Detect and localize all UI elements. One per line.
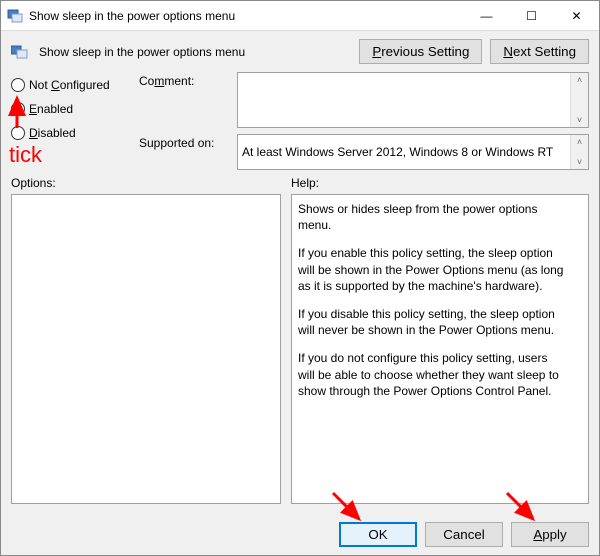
help-text: Shows or hides sleep from the power opti… xyxy=(298,201,564,233)
apply-button[interactable]: Apply xyxy=(511,522,589,547)
supported-on-box: At least Windows Server 2012, Windows 8 … xyxy=(237,134,589,170)
help-panel: Shows or hides sleep from the power opti… xyxy=(291,194,589,504)
supported-on-value: At least Windows Server 2012, Windows 8 … xyxy=(242,145,553,159)
header-row: Show sleep in the power options menu Pre… xyxy=(1,31,599,72)
scroll-down-icon: ˅ xyxy=(577,155,582,169)
settings-section: Not Configured Enabled Disabled xyxy=(11,72,589,170)
scrollbar[interactable]: ˄ ˅ xyxy=(570,135,588,169)
scroll-up-icon: ˄ xyxy=(577,73,582,87)
scrollbar[interactable]: ˄ ˅ xyxy=(570,73,588,127)
help-text: If you do not configure this policy sett… xyxy=(298,350,564,399)
radio-icon xyxy=(11,78,25,92)
maximize-icon: ☐ xyxy=(526,9,537,23)
minimize-icon: — xyxy=(481,9,493,23)
radio-icon-selected xyxy=(11,102,25,116)
supported-on-label: Supported on: xyxy=(139,134,229,150)
help-label: Help: xyxy=(291,176,589,194)
next-setting-button[interactable]: Next Setting xyxy=(490,39,589,64)
radio-not-configured[interactable]: Not Configured xyxy=(11,78,131,92)
policy-title: Show sleep in the power options menu xyxy=(39,45,351,59)
maximize-button[interactable]: ☐ xyxy=(509,1,554,31)
options-panel xyxy=(11,194,281,504)
gpedit-policy-dialog: Show sleep in the power options menu — ☐… xyxy=(0,0,600,556)
comment-textarea[interactable]: ˄ ˅ xyxy=(237,72,589,128)
minimize-button[interactable]: — xyxy=(464,1,509,31)
radio-disabled[interactable]: Disabled xyxy=(11,126,131,140)
state-radio-group: Not Configured Enabled Disabled xyxy=(11,72,131,170)
radio-enabled[interactable]: Enabled xyxy=(11,102,131,116)
close-icon: ✕ xyxy=(571,9,581,23)
scroll-down-icon: ˅ xyxy=(577,113,582,127)
radio-icon xyxy=(11,126,25,140)
titlebar: Show sleep in the power options menu — ☐… xyxy=(1,1,599,31)
previous-setting-button[interactable]: Previous Setting xyxy=(359,39,482,64)
footer: OK Cancel Apply xyxy=(1,514,599,555)
close-button[interactable]: ✕ xyxy=(554,1,599,31)
scroll-up-icon: ˄ xyxy=(577,135,582,149)
annotation-text-tick: tick xyxy=(9,142,42,168)
options-label: Options: xyxy=(11,176,281,194)
comment-label: Comment: xyxy=(139,72,229,88)
ok-button[interactable]: OK xyxy=(339,522,417,547)
cancel-button[interactable]: Cancel xyxy=(425,522,503,547)
window-title: Show sleep in the power options menu xyxy=(29,9,235,23)
help-text: If you disable this policy setting, the … xyxy=(298,306,564,338)
policy-icon xyxy=(11,44,31,60)
app-icon xyxy=(7,8,23,24)
help-text: If you enable this policy setting, the s… xyxy=(298,245,564,294)
